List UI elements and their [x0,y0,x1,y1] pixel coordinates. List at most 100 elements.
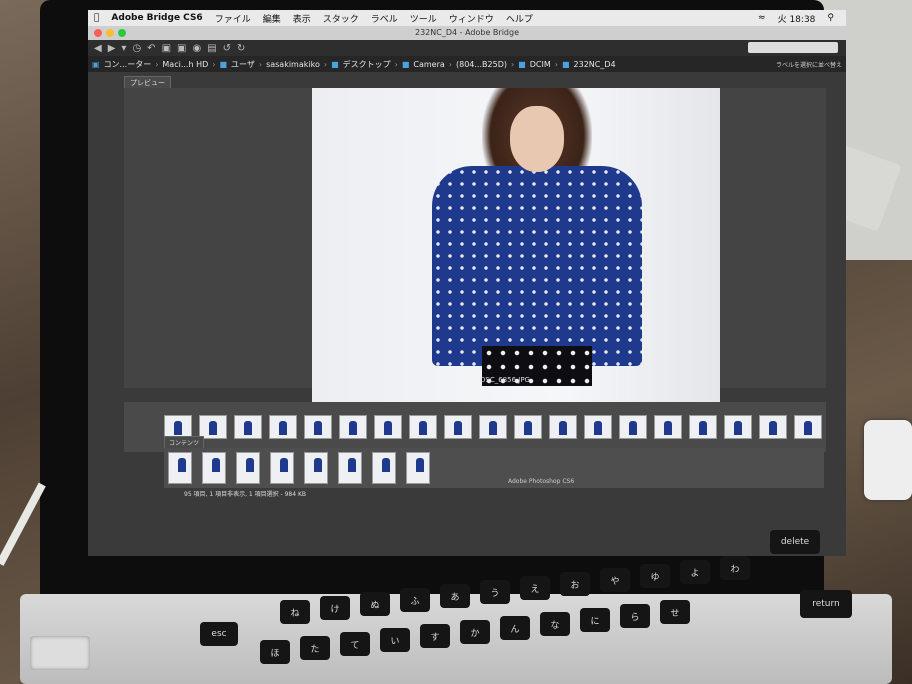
chevron-down-icon[interactable]: ▾ [121,43,126,54]
thumbnail[interactable] [514,415,542,439]
key[interactable]: な [540,612,570,636]
clock[interactable]: 火 18:38 [772,12,822,25]
menu-stack[interactable]: スタック [317,12,365,25]
breadcrumb: ▣ コン...ーター › Maci...h HD › ■ ユーザ › sasak… [88,56,846,72]
boomerang-icon[interactable]: ↶ [147,43,155,54]
key-esc[interactable]: esc [200,622,238,646]
key[interactable]: よ [680,560,710,584]
thumbnail[interactable] [202,452,226,484]
key[interactable]: あ [440,584,470,608]
menu-file[interactable]: ファイル [209,12,257,25]
open-icon[interactable]: ◉ [192,43,201,54]
key[interactable]: ね [280,600,310,624]
rotate-left-icon[interactable]: ↺ [223,43,231,54]
thumbnail[interactable] [619,415,647,439]
thumbnail[interactable] [549,415,577,439]
key[interactable]: う [480,580,510,604]
wifi-icon[interactable]: ≈ [752,13,772,23]
breadcrumb-item[interactable]: 232NC_D4 [574,60,620,69]
laptop-bezel:  Adobe Bridge CS6 ファイル 編集 表示 スタック ラベル ツ… [40,0,846,598]
chevron-right-icon: › [394,59,398,69]
key[interactable]: わ [720,556,750,580]
key-delete[interactable]: delete [770,530,820,554]
key[interactable]: や [600,568,630,592]
camera-icon[interactable]: ▣ [162,43,171,54]
thumbnail[interactable] [409,415,437,439]
key[interactable]: ほ [260,640,290,664]
key[interactable]: え [520,576,550,600]
key[interactable]: ら [620,604,650,628]
key[interactable]: い [380,628,410,652]
app-menu[interactable]: Adobe Bridge CS6 [105,13,208,23]
thumbnail[interactable] [338,452,362,484]
menu-label[interactable]: ラベル [365,12,404,25]
sort-select[interactable]: ラベルを選択に並べ替え [776,60,846,69]
minimize-icon[interactable] [106,29,114,37]
rotate-right-icon[interactable]: ↻ [237,43,245,54]
key[interactable]: て [340,632,370,656]
thumbnail[interactable] [372,452,396,484]
breadcrumb-item[interactable]: sasakimakiko [266,60,324,69]
dock-caption: Adobe Photoshop CS6 [508,478,575,485]
thumbnail[interactable] [304,452,328,484]
recent-icon[interactable]: ◷ [132,43,141,54]
breadcrumb-item[interactable]: ユーザ [231,59,259,70]
key[interactable]: お [560,572,590,596]
toolbar: ◀ ▶ ▾ ◷ ↶ ▣ ▣ ◉ ▤ ↺ ↻ [88,40,846,56]
search-input[interactable] [748,42,838,53]
status-bar: 95 項目, 1 項目非表示, 1 項目選択 - 984 KB [184,491,307,498]
chevron-right-icon: › [212,59,216,69]
thumbnail[interactable] [479,415,507,439]
close-icon[interactable] [94,29,102,37]
thumbnail[interactable] [304,415,332,439]
thumbnail[interactable] [724,415,752,439]
thumbnail[interactable] [689,415,717,439]
breadcrumb-item[interactable]: コン...ーター [104,59,156,70]
laptop-screen:  Adobe Bridge CS6 ファイル 編集 表示 スタック ラベル ツ… [88,10,846,556]
thumbnail[interactable] [374,415,402,439]
key[interactable]: せ [660,600,690,624]
menu-help[interactable]: ヘルプ [500,12,539,25]
breadcrumb-item[interactable]: デスクトップ [343,59,395,70]
menu-tools[interactable]: ツール [404,12,443,25]
search-icon[interactable]: ⚲ [821,13,840,23]
key[interactable]: に [580,608,610,632]
apple-icon[interactable]:  [88,13,105,23]
key[interactable]: た [300,636,330,660]
zoom-icon[interactable] [118,29,126,37]
thumbnail[interactable] [270,452,294,484]
thumbnail[interactable] [236,452,260,484]
refine-icon[interactable]: ▣ [177,43,186,54]
window-title: 232NC_D4 - Adobe Bridge [415,28,519,37]
thumbnail[interactable] [269,415,297,439]
thumbnail[interactable] [794,415,822,439]
menu-window[interactable]: ウィンドウ [443,12,500,25]
back-icon[interactable]: ◀ [94,43,102,54]
thumbnail[interactable] [759,415,787,439]
thumbnail[interactable] [168,452,192,484]
key[interactable]: ん [500,616,530,640]
breadcrumb-item[interactable]: DCIM [530,60,555,69]
forward-icon[interactable]: ▶ [108,43,116,54]
key[interactable]: ゆ [640,564,670,588]
menubar-status: ≈ 火 18:38 ⚲ [746,12,846,25]
breadcrumb-item[interactable]: Maci...h HD [162,60,212,69]
thumbnail[interactable] [584,415,612,439]
menu-edit[interactable]: 編集 [257,12,287,25]
key[interactable]: す [420,624,450,648]
key[interactable]: ふ [400,588,430,612]
thumbnail[interactable] [444,415,472,439]
output-icon[interactable]: ▤ [207,43,216,54]
thumbnail[interactable] [234,415,262,439]
menu-view[interactable]: 表示 [287,12,317,25]
thumbnail[interactable] [406,452,430,484]
thumbnail[interactable] [654,415,682,439]
thumbnail[interactable] [339,415,367,439]
key[interactable]: け [320,596,350,620]
breadcrumb-item[interactable]: (804...B25D) [456,60,511,69]
key-return[interactable]: return [800,590,852,618]
folder-icon: ■ [518,59,526,69]
breadcrumb-item[interactable]: Camera [413,60,448,69]
key[interactable]: か [460,620,490,644]
key[interactable]: ぬ [360,592,390,616]
